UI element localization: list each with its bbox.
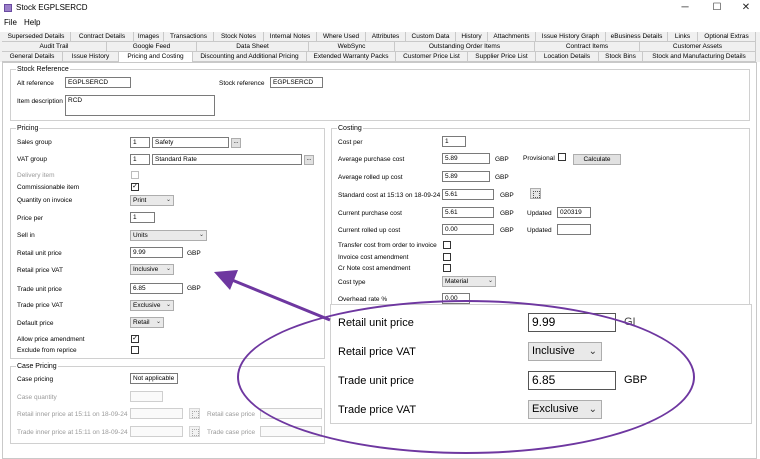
annotation-arrow-icon bbox=[214, 270, 331, 322]
